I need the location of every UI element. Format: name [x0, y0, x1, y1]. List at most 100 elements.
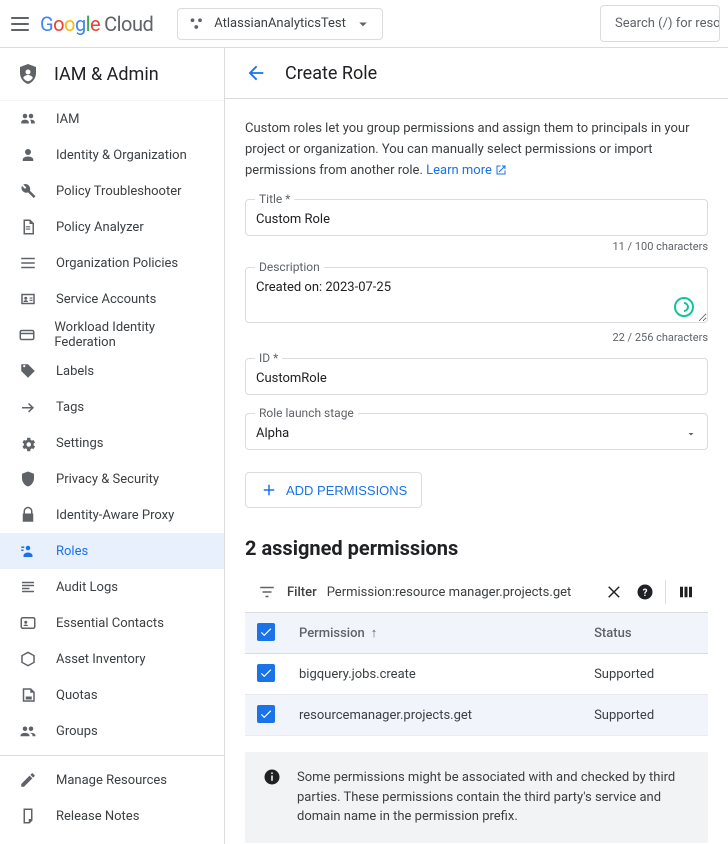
sidebar-item-label: Asset Inventory: [56, 652, 145, 667]
sidebar-item-label: Tags: [56, 400, 84, 415]
plus-icon: [260, 481, 278, 499]
sidebar-item-iam[interactable]: IAM: [0, 101, 224, 137]
search-input[interactable]: Search (/) for resou: [600, 5, 720, 42]
filter-icon[interactable]: [257, 582, 277, 602]
sidebar-item-label: Settings: [56, 436, 103, 451]
back-arrow-icon[interactable]: [245, 62, 267, 84]
sidebar-item-release-notes[interactable]: Release Notes: [0, 798, 224, 834]
row-checkbox[interactable]: [257, 664, 275, 682]
sidebar-item-policy-troubleshooter[interactable]: Policy Troubleshooter: [0, 173, 224, 209]
col-permission[interactable]: Permission↑: [287, 613, 582, 654]
stage-field: Role launch stage Alpha: [245, 413, 708, 450]
filter-bar: Filter Permission:resource manager.proje…: [245, 572, 708, 613]
sidebar-item-policy-analyzer[interactable]: Policy Analyzer: [0, 209, 224, 245]
sidebar-item-label: Labels: [56, 364, 94, 379]
title-counter: 11 / 100 characters: [245, 240, 708, 253]
status-cell: Supported: [582, 695, 708, 736]
sidebar-item-label: Workload Identity Federation: [54, 320, 206, 350]
title-input[interactable]: [245, 199, 708, 236]
stage-label: Role launch stage: [255, 406, 358, 420]
sidebar-item-label: Quotas: [56, 688, 98, 703]
pencil-icon: [18, 770, 38, 790]
sidebar-item-essential-contacts[interactable]: Essential Contacts: [0, 605, 224, 641]
sidebar-item-label: Policy Analyzer: [56, 220, 144, 235]
sidebar-item-label: Groups: [56, 724, 98, 739]
select-all-checkbox[interactable]: [257, 623, 275, 641]
lock-icon: [18, 505, 38, 525]
project-icon: [188, 15, 206, 33]
badge-icon: [18, 289, 38, 309]
permission-cell: resourcemanager.projects.get: [287, 695, 582, 736]
people-icon: [18, 109, 38, 129]
sidebar-header[interactable]: IAM & Admin: [0, 48, 224, 101]
sidebar-item-quotas[interactable]: Quotas: [0, 677, 224, 713]
sidebar-item-labels[interactable]: Labels: [0, 353, 224, 389]
wrench-icon: [18, 181, 38, 201]
permissions-table: Permission↑ Status bigquery.jobs.createS…: [245, 613, 708, 736]
sidebar-item-privacy-security[interactable]: Privacy & Security: [0, 461, 224, 497]
sidebar-item-label: Release Notes: [56, 809, 139, 824]
sidebar-item-label: Roles: [56, 544, 88, 559]
cube-icon: [18, 649, 38, 669]
assigned-permissions-title: 2 assigned permissions: [245, 536, 708, 560]
external-link-icon: [495, 164, 507, 176]
sidebar-item-label: IAM: [56, 112, 79, 127]
filter-label: Filter: [287, 585, 317, 600]
col-status[interactable]: Status: [582, 613, 708, 654]
sidebar-item-label: Identity-Aware Proxy: [56, 508, 174, 523]
sidebar: IAM & Admin IAMIdentity & OrganizationPo…: [0, 48, 225, 844]
page-header: Create Role: [225, 48, 728, 99]
description-counter: 22 / 256 characters: [245, 331, 708, 344]
info-text: Some permissions might be associated wit…: [297, 768, 690, 827]
arrow-icon: [18, 397, 38, 417]
logo-cloud-text: Cloud: [104, 12, 153, 36]
sidebar-item-organization-policies[interactable]: Organization Policies: [0, 245, 224, 281]
card-icon: [18, 325, 36, 345]
learn-more-link[interactable]: Learn more: [426, 163, 507, 178]
sidebar-item-asset-inventory[interactable]: Asset Inventory: [0, 641, 224, 677]
sidebar-item-audit-logs[interactable]: Audit Logs: [0, 569, 224, 605]
project-name: AtlassianAnalyticsTest: [214, 16, 346, 31]
sidebar-item-tags[interactable]: Tags: [0, 389, 224, 425]
id-input[interactable]: [245, 358, 708, 395]
svg-text:?: ?: [643, 588, 648, 599]
hamburger-menu-icon[interactable]: [8, 12, 32, 36]
add-permissions-button[interactable]: ADD PERMISSIONS: [245, 472, 422, 508]
sidebar-item-manage-resources[interactable]: Manage Resources: [0, 762, 224, 798]
page-description: Custom roles let you group permissions a…: [245, 119, 708, 181]
tag-icon: [18, 361, 38, 381]
project-picker[interactable]: AtlassianAnalyticsTest: [177, 8, 383, 40]
sidebar-item-workload-identity-federation[interactable]: Workload Identity Federation: [0, 317, 224, 353]
sidebar-title: IAM & Admin: [54, 64, 159, 85]
stage-value: Alpha: [256, 426, 289, 441]
columns-icon[interactable]: [676, 582, 696, 602]
note-icon: [18, 806, 38, 826]
shield-person-icon: [16, 62, 40, 86]
save-icon: [18, 685, 38, 705]
sidebar-item-roles[interactable]: Roles: [0, 533, 224, 569]
contact-icon: [18, 613, 38, 633]
sidebar-item-settings[interactable]: Settings: [0, 425, 224, 461]
description-field: Description: [245, 267, 708, 327]
google-cloud-logo[interactable]: Google Cloud: [40, 12, 153, 36]
help-icon[interactable]: ?: [635, 582, 655, 602]
sidebar-item-identity-organization[interactable]: Identity & Organization: [0, 137, 224, 173]
row-checkbox[interactable]: [257, 705, 275, 723]
id-field: ID *: [245, 358, 708, 395]
gear-icon: [18, 433, 38, 453]
group-icon: [18, 721, 38, 741]
clear-filter-icon[interactable]: [605, 582, 625, 602]
title-label: Title *: [255, 192, 294, 206]
sidebar-item-label: Organization Policies: [56, 256, 178, 271]
filter-chip[interactable]: Permission:resource manager.projects.get: [327, 585, 572, 600]
topbar: Google Cloud AtlassianAnalyticsTest Sear…: [0, 0, 728, 48]
status-cell: Supported: [582, 654, 708, 695]
description-input[interactable]: [245, 267, 708, 323]
id-label: ID *: [255, 351, 282, 365]
sidebar-item-service-accounts[interactable]: Service Accounts: [0, 281, 224, 317]
sidebar-item-groups[interactable]: Groups: [0, 713, 224, 749]
chevron-down-icon: [354, 15, 372, 33]
sidebar-item-identity-aware-proxy[interactable]: Identity-Aware Proxy: [0, 497, 224, 533]
lines-icon: [18, 577, 38, 597]
table-row: bigquery.jobs.createSupported: [245, 654, 708, 695]
